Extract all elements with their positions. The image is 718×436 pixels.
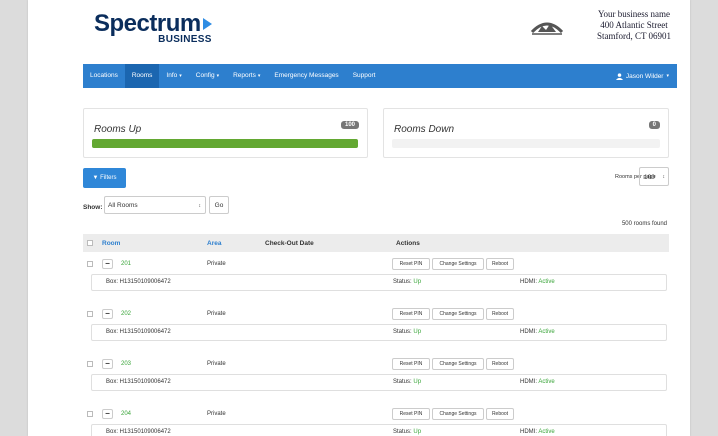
row-checkbox[interactable]	[87, 361, 93, 367]
page: Spectrum BUSINESS Your business name 400…	[28, 0, 690, 436]
box-id: Box: H13150109006472	[106, 429, 171, 435]
nav-item-emergency-messages[interactable]: Emergency Messages	[267, 64, 345, 88]
nav-item-reports[interactable]: Reports ▾	[226, 64, 267, 88]
change-settings-button[interactable]: Change Settings	[432, 258, 484, 270]
user-icon	[615, 72, 623, 80]
go-button[interactable]: Go	[209, 196, 229, 214]
room-area: Private	[207, 261, 226, 267]
table-row: − 203 Private Reset PIN Change Settings Reboo…	[83, 356, 669, 372]
room-number-link[interactable]: 201	[121, 261, 131, 267]
business-info: Your business name 400 Atlantic Street S…	[594, 9, 674, 42]
collapse-row-button[interactable]: −	[102, 409, 113, 419]
row-checkbox[interactable]	[87, 261, 93, 267]
reset-pin-button[interactable]: Reset PIN	[392, 408, 430, 420]
room-area: Private	[207, 361, 226, 367]
rooms-down-count: 0	[648, 121, 660, 129]
select-arrows-icon: ↕	[662, 174, 666, 180]
logo-arrow-icon	[202, 18, 212, 30]
room-status: Status: Up	[393, 429, 422, 435]
table-header: Room Area Check-Out Date Actions	[83, 234, 669, 252]
logo-wordmark: Spectrum	[94, 10, 201, 37]
change-settings-button[interactable]: Change Settings	[432, 358, 484, 370]
box-id: Box: H13150109006472	[106, 379, 171, 385]
show-select[interactable]: All Rooms ↕	[104, 196, 206, 214]
spectrum-logo[interactable]: Spectrum BUSINESS	[94, 12, 212, 45]
nav-item-config[interactable]: Config ▾	[189, 64, 226, 88]
room-detail-row: Box: H13150109006472 Status: Up HDMI: Acti…	[91, 324, 667, 341]
reset-pin-button[interactable]: Reset PIN	[392, 358, 430, 370]
reboot-button[interactable]: Reboot	[486, 408, 514, 420]
reset-pin-button[interactable]: Reset PIN	[392, 258, 430, 270]
filters-button[interactable]: ▼ Filters	[83, 168, 126, 188]
header: Spectrum BUSINESS Your business name 400…	[28, 0, 690, 60]
chevron-down-icon: ▾	[179, 73, 182, 79]
nav-item-rooms[interactable]: Rooms	[124, 64, 160, 88]
user-menu[interactable]: Jason Wilder ▾	[615, 72, 677, 80]
user-name: Jason Wilder	[625, 72, 664, 80]
collapse-row-button[interactable]: −	[102, 359, 113, 369]
room-area: Private	[207, 411, 226, 417]
reset-pin-button[interactable]: Reset PIN	[392, 308, 430, 320]
room-detail-row: Box: H13150109006472 Status: Up HDMI: Acti…	[91, 424, 667, 436]
business-logo-icon	[530, 14, 564, 43]
reboot-button[interactable]: Reboot	[486, 258, 514, 270]
show-label: Show:	[83, 204, 103, 211]
room-number-link[interactable]: 204	[121, 411, 131, 417]
rooms-found-count: 500 rooms found	[621, 221, 667, 227]
table-row: − 204 Private Reset PIN Change Settings Reboo…	[83, 406, 669, 422]
table-row: − 201 Private Reset PIN Change Settings Reboo…	[83, 256, 669, 272]
business-name: Your business name	[597, 9, 671, 19]
box-id: Box: H13150109006472	[106, 329, 171, 335]
reboot-button[interactable]: Reboot	[486, 308, 514, 320]
room-status: Status: Up	[393, 379, 422, 385]
hdmi-status: HDMI: Active	[520, 429, 555, 435]
hdmi-status: HDMI: Active	[520, 279, 555, 285]
room-area: Private	[207, 311, 226, 317]
room-status: Status: Up	[393, 329, 422, 335]
column-actions: Actions	[396, 240, 420, 247]
chevron-down-icon: ▾	[257, 73, 261, 79]
change-settings-button[interactable]: Change Settings	[432, 308, 484, 320]
column-room[interactable]: Room	[102, 240, 120, 247]
rooms-down-progress	[392, 139, 660, 148]
rooms-up-progress-fill	[92, 139, 358, 148]
change-settings-button[interactable]: Change Settings	[432, 408, 484, 420]
rooms-up-progress	[92, 139, 358, 148]
rooms-per-page-select[interactable]: 100 ↕	[639, 167, 669, 186]
main-nav: Locations Rooms Info ▾ Config ▾ Reports ▾ E…	[83, 64, 677, 88]
business-city: Stamford, CT 06901	[596, 31, 672, 41]
room-detail-row: Box: H13150109006472 Status: Up HDMI: Acti…	[91, 274, 667, 291]
row-checkbox[interactable]	[87, 311, 93, 317]
column-checkout-date: Check-Out Date	[265, 240, 314, 247]
box-id: Box: H13150109006472	[106, 279, 171, 285]
nav-item-info[interactable]: Info ▾	[159, 64, 188, 88]
nav-item-locations[interactable]: Locations	[83, 64, 125, 88]
room-number-link[interactable]: 203	[121, 361, 131, 367]
nav-item-support[interactable]: Support	[346, 64, 383, 88]
hdmi-status: HDMI: Active	[520, 379, 555, 385]
room-number-link[interactable]: 202	[121, 311, 131, 317]
column-area[interactable]: Area	[207, 240, 221, 247]
room-detail-row: Box: H13150109006472 Status: Up HDMI: Acti…	[91, 374, 667, 391]
collapse-row-button[interactable]: −	[102, 309, 113, 319]
reboot-button[interactable]: Reboot	[486, 358, 514, 370]
row-checkbox[interactable]	[87, 411, 93, 417]
table-row: − 202 Private Reset PIN Change Settings Reboo…	[83, 306, 669, 322]
rooms-up-count: 100	[340, 121, 359, 129]
filter-icon: ▼	[92, 175, 99, 181]
business-street: 400 Atlantic Street	[600, 20, 668, 30]
rooms-down-panel: Rooms Down 0	[383, 108, 669, 158]
hdmi-status: HDMI: Active	[520, 329, 555, 335]
rooms-up-panel: Rooms Up 100	[83, 108, 368, 158]
main-content: Rooms Up 100 Rooms Down 0 ▼ Filters Room…	[83, 88, 677, 436]
rooms-up-title: Rooms Up	[94, 124, 142, 135]
collapse-row-button[interactable]: −	[102, 259, 113, 269]
rooms-down-title: Rooms Down	[394, 124, 455, 135]
select-all-checkbox[interactable]	[87, 240, 93, 246]
select-arrows-icon: ↕	[198, 203, 202, 209]
chevron-down-icon: ▾	[216, 73, 220, 79]
chevron-down-icon: ▾	[666, 73, 669, 79]
room-status: Status: Up	[393, 279, 422, 285]
